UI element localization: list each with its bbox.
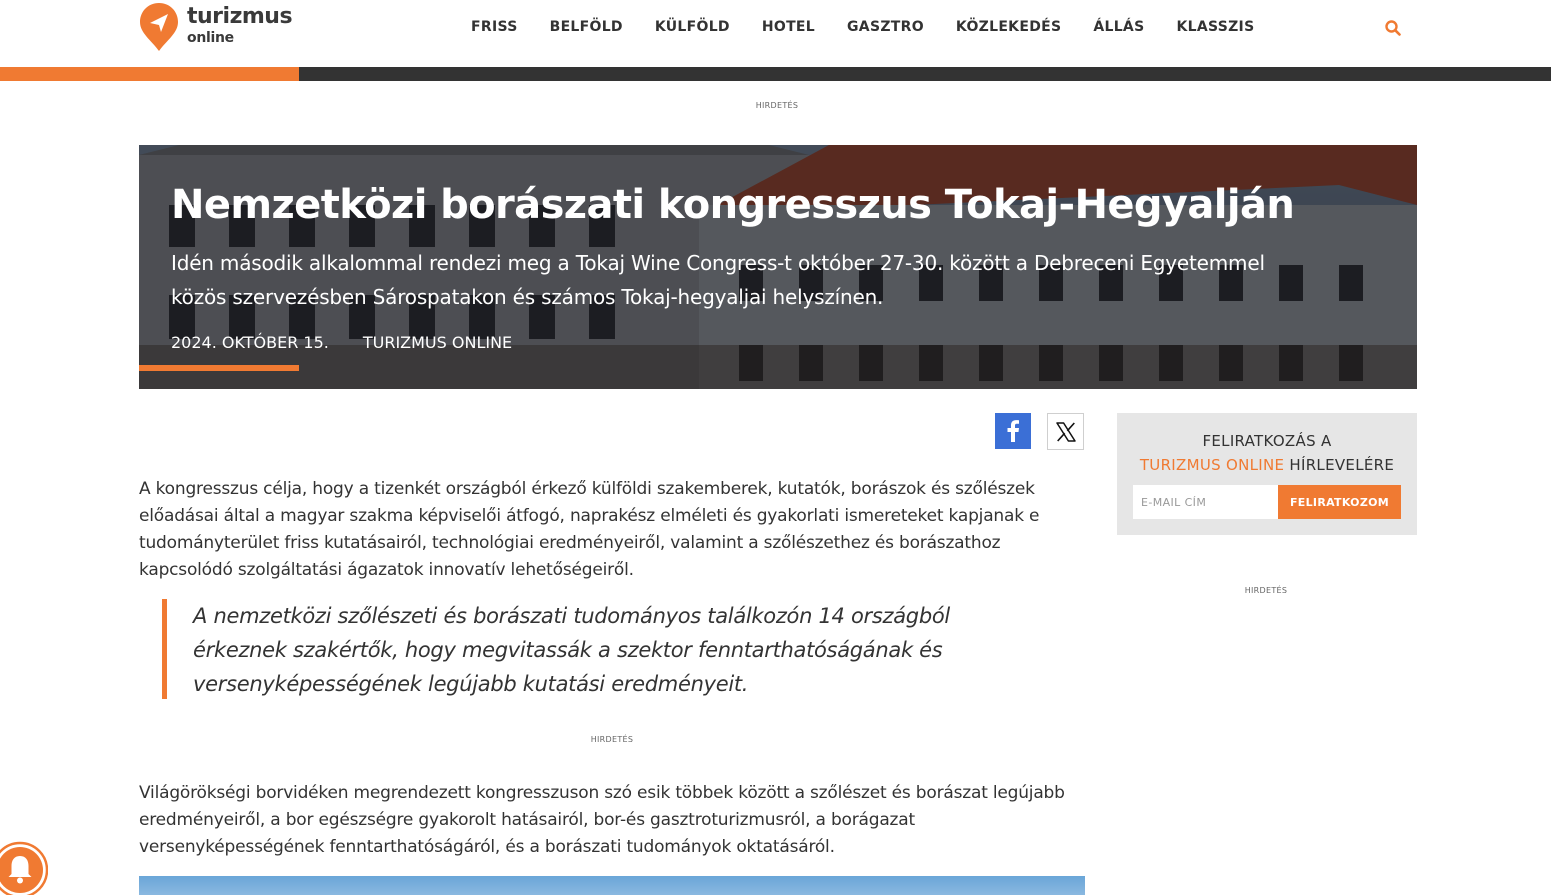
newsletter-subscribe-button[interactable]: FELIRATKOZOM — [1278, 485, 1401, 519]
share-x-button[interactable] — [1047, 413, 1084, 450]
article-paragraph-2: Világörökségi borvidéken megrendezett ko… — [139, 783, 1065, 857]
hero-accent-bar — [139, 365, 299, 371]
article-meta: 2024. OKTÓBER 15. TURIZMUS ONLINE — [171, 332, 546, 354]
x-icon — [1055, 421, 1076, 442]
site-header: turizmus online FRISS BELFÖLD KÜLFÖLD HO… — [0, 0, 1551, 67]
main-nav: FRISS BELFÖLD KÜLFÖLD HOTEL GASZTRO KÖZL… — [471, 18, 1286, 38]
article-title: Nemzetközi borászati kongresszus Tokaj-H… — [171, 182, 1295, 228]
nav-item-friss[interactable]: FRISS — [471, 18, 518, 38]
share-facebook-button[interactable] — [995, 413, 1031, 449]
nav-item-kulfold[interactable]: KÜLFÖLD — [655, 18, 730, 38]
pullquote-text: A nemzetközi szőlészeti és borászati tud… — [193, 604, 950, 696]
header-divider-accent — [0, 67, 299, 81]
nav-item-klasszis[interactable]: KLASSZIS — [1176, 18, 1254, 38]
article-image — [139, 876, 1085, 895]
article-lead: Idén második alkalommal rendezi meg a To… — [171, 251, 1265, 309]
nav-item-allas[interactable]: ÁLLÁS — [1093, 18, 1144, 38]
nav-item-kozlekedes[interactable]: KÖZLEKEDÉS — [956, 18, 1061, 38]
site-logo[interactable]: turizmus online — [139, 2, 309, 52]
article-date: 2024. OKTÓBER 15. — [171, 333, 329, 352]
newsletter-subheading: TURIZMUS ONLINE HÍRLEVELÉRE — [1117, 456, 1417, 474]
newsletter-box: FELIRATKOZÁS A TURIZMUS ONLINE HÍRLEVELÉ… — [1117, 413, 1417, 535]
logo-sub: online — [187, 30, 234, 46]
notification-bell-icon[interactable] — [0, 840, 48, 895]
logo-pin-icon — [140, 3, 178, 51]
newsletter-email-input[interactable] — [1133, 485, 1278, 519]
search-icon[interactable] — [1384, 19, 1402, 37]
nav-item-belfold[interactable]: BELFÖLD — [550, 18, 623, 38]
ad-label-top: HIRDETÉS — [755, 101, 799, 110]
newsletter-brand: TURIZMUS ONLINE — [1139, 456, 1285, 474]
article-pullquote: A nemzetközi szőlészeti és borászati tud… — [162, 599, 992, 699]
article-paragraph-1: A kongresszus célja, hogy a tizenkét ors… — [139, 479, 1040, 580]
ad-label-sidebar: HIRDETÉS — [1244, 586, 1288, 595]
nav-item-gasztro[interactable]: GASZTRO — [847, 18, 924, 38]
nav-item-hotel[interactable]: HOTEL — [762, 18, 815, 38]
newsletter-heading: FELIRATKOZÁS A — [1202, 432, 1332, 450]
article-author[interactable]: TURIZMUS ONLINE — [363, 332, 512, 354]
logo-word: turizmus — [187, 4, 293, 29]
hero-banner: Nemzetközi borászati kongresszus Tokaj-H… — [139, 145, 1417, 389]
facebook-icon — [1007, 420, 1019, 442]
newsletter-heading-rest: HÍRLEVELÉRE — [1284, 456, 1395, 474]
header-divider — [0, 67, 1551, 81]
ad-label-article: HIRDETÉS — [590, 735, 634, 744]
